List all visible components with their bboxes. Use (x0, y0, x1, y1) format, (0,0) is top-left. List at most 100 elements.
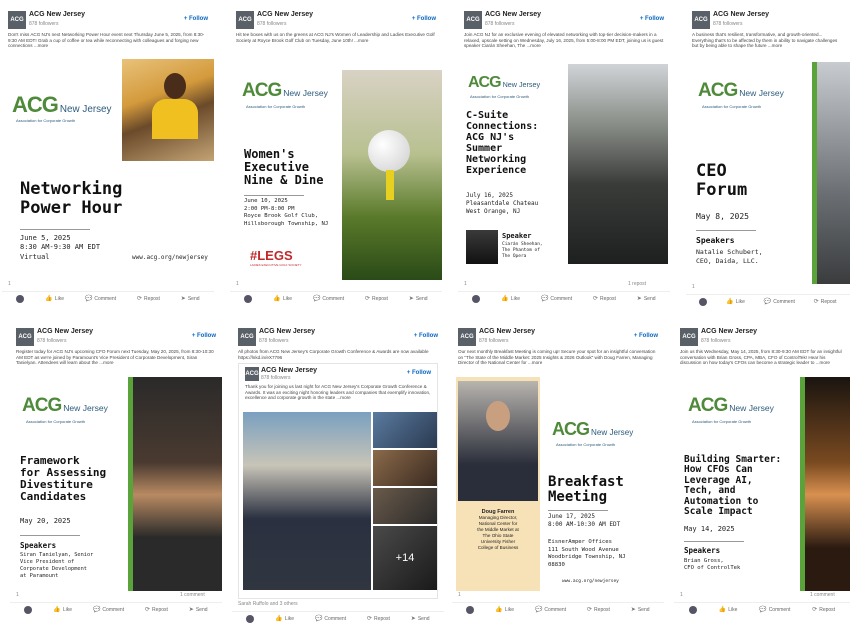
user-avatar[interactable] (688, 605, 697, 614)
event-title: Framework for Assessing Divestiture Candida… (20, 454, 107, 504)
org-name[interactable]: ACG New Jersey (37, 328, 93, 335)
org-avatar[interactable]: ACG (692, 11, 710, 29)
event-title: Networking Power Hour (20, 179, 123, 218)
event-hall-photo (568, 64, 668, 264)
follow-button[interactable]: + Follow (184, 16, 208, 22)
comment-icon: 💬 (534, 607, 543, 613)
repost-button[interactable]: ⟳ Repost (365, 295, 388, 303)
send-button[interactable]: ➤ Send (189, 606, 208, 614)
org-name[interactable]: ACG New Jersey (713, 11, 769, 18)
send-button[interactable]: ➤ Send (408, 295, 428, 303)
user-avatar[interactable] (466, 605, 475, 614)
reaction-count[interactable]: 1 (692, 284, 695, 290)
post-image[interactable]: ACG New Jersey Association for Corporate … (10, 369, 222, 591)
like-button[interactable]: 👍 Like (495, 606, 514, 614)
follow-button[interactable]: + Follow (414, 333, 438, 339)
photo-thumb-4[interactable]: +14 (373, 526, 437, 590)
follow-button[interactable]: + Follow (640, 16, 664, 22)
send-icon: ➤ (408, 296, 414, 302)
comment-button[interactable]: 💬 Comment (93, 606, 124, 614)
photo-thumb-3[interactable] (373, 488, 437, 524)
org-avatar[interactable]: ACG (680, 328, 698, 346)
user-avatar[interactable] (16, 294, 25, 303)
reaction-count[interactable]: 1 (16, 592, 19, 598)
comment-button[interactable]: 💬 Comment (313, 295, 344, 303)
org-avatar[interactable]: ACG (238, 328, 256, 346)
org-name[interactable]: ACG New Jersey (259, 328, 315, 335)
comment-button[interactable]: 💬 Comment (541, 295, 572, 303)
org-name[interactable]: ACG New Jersey (485, 11, 541, 18)
like-button[interactable]: 👍 Like (273, 295, 292, 303)
comment-button[interactable]: 💬 Comment (315, 615, 346, 623)
org-avatar[interactable]: ACG (16, 328, 34, 346)
repost-icon: ⟳ (593, 296, 599, 302)
post-image[interactable]: ACG New Jersey Association for Corporate … (686, 52, 850, 284)
comment-count[interactable]: 1 comment (810, 592, 835, 598)
reaction-count[interactable]: 1 (458, 592, 461, 598)
reshared-post[interactable]: ACG ACG New Jersey 878 followers + Follo… (238, 363, 438, 599)
comment-button[interactable]: 💬 Comment (759, 606, 790, 614)
post-image[interactable]: Doug Farren Managing Director, National Ce… (452, 369, 664, 591)
user-avatar[interactable] (246, 614, 255, 623)
user-avatar[interactable] (244, 294, 253, 303)
reaction-count[interactable]: 1 (8, 281, 11, 287)
like-button[interactable]: 👍 Like (275, 615, 294, 623)
org-name[interactable]: ACG New Jersey (701, 328, 757, 335)
like-button[interactable]: 👍 Like (45, 295, 64, 303)
event-url[interactable]: www.acg.org/newjersey (562, 579, 619, 585)
post-card-4: ACG ACG New Jersey 878 followers A busin… (686, 8, 850, 310)
org-name[interactable]: ACG New Jersey (29, 11, 85, 18)
user-avatar[interactable] (472, 294, 481, 303)
like-button[interactable]: 👍 Like (53, 606, 72, 614)
like-button[interactable]: 👍 Like (501, 295, 520, 303)
user-avatar[interactable] (24, 605, 33, 614)
repost-button[interactable]: ⟳ Repost (814, 298, 837, 306)
photo-main[interactable] (243, 412, 371, 590)
send-button[interactable]: ➤ Send (181, 295, 200, 303)
send-button[interactable]: ➤ Send (631, 606, 650, 614)
reaction-count[interactable]: 1 (680, 592, 683, 598)
event-url[interactable]: www.acg.org/newjersey (132, 254, 208, 262)
post-image[interactable]: ACG New Jersey Association for Corporate … (674, 369, 850, 591)
post-image[interactable]: ACG New Jersey Association for Corporate … (2, 52, 214, 280)
comment-button[interactable]: 💬 Comment (764, 298, 795, 306)
repost-button[interactable]: ⟳ Repost (367, 615, 390, 623)
repost-button[interactable]: ⟳ Repost (137, 295, 160, 303)
photo-thumb-2[interactable] (373, 450, 437, 486)
repost-button[interactable]: ⟳ Repost (593, 295, 616, 303)
send-button[interactable]: ➤ Send (411, 615, 430, 623)
repost-button[interactable]: ⟳ Repost (587, 606, 610, 614)
repost-count[interactable]: 1 repost (628, 281, 646, 287)
post-actions: 👍 Like 💬 Comment ⟳ Repost ➤ Send (452, 602, 664, 616)
comment-button[interactable]: 💬 Comment (85, 295, 116, 303)
user-avatar[interactable] (699, 297, 708, 306)
follow-button[interactable]: + Follow (634, 333, 658, 339)
photo-thumb-1[interactable] (373, 412, 437, 448)
ai-face-photo (805, 377, 850, 591)
org-avatar[interactable]: ACG (245, 367, 259, 381)
reaction-count[interactable]: Sarah Ruffolo and 3 others (238, 601, 298, 607)
repost-button[interactable]: ⟳ Repost (145, 606, 168, 614)
post-image[interactable]: ACG New Jersey Association for Corporate … (230, 52, 442, 280)
follow-button[interactable]: + Follow (407, 370, 431, 376)
acg-tagline: Association for Corporate Growth (470, 94, 530, 99)
org-avatar[interactable]: ACG (236, 11, 254, 29)
comment-count[interactable]: 1 comment (180, 592, 205, 598)
org-name[interactable]: ACG New Jersey (479, 328, 535, 335)
reaction-count[interactable]: 1 (464, 281, 467, 287)
follow-button[interactable]: + Follow (412, 16, 436, 22)
post-image[interactable]: ACG New Jersey Association for Corporate … (458, 52, 670, 280)
acg-tagline: Association for Corporate Growth (246, 104, 306, 109)
reaction-count[interactable]: 1 (236, 281, 239, 287)
like-button[interactable]: 👍 Like (719, 606, 738, 614)
repost-button[interactable]: ⟳ Repost (812, 606, 835, 614)
send-button[interactable]: ➤ Send (637, 295, 656, 303)
org-name[interactable]: ACG New Jersey (261, 367, 317, 374)
org-avatar[interactable]: ACG (8, 11, 26, 29)
org-name[interactable]: ACG New Jersey (257, 11, 313, 18)
org-avatar[interactable]: ACG (458, 328, 476, 346)
comment-button[interactable]: 💬 Comment (534, 606, 566, 614)
org-avatar[interactable]: ACG (464, 11, 482, 29)
follow-button[interactable]: + Follow (192, 333, 216, 339)
like-button[interactable]: 👍 Like (726, 298, 745, 306)
